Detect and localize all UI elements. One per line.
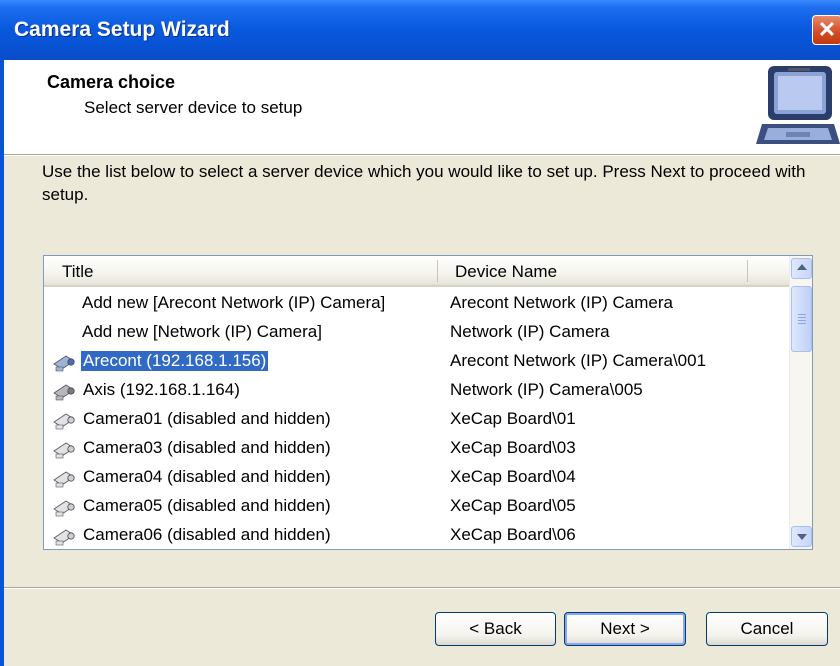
row-title: Arecont (192.168.1.156) xyxy=(79,350,270,372)
camera-active-icon xyxy=(52,352,78,372)
page-subtitle: Select server device to setup xyxy=(84,98,303,117)
row-title: Add new [Arecont Network (IP) Camera] xyxy=(82,293,386,312)
row-title: Camera04 (disabled and hidden) xyxy=(83,467,331,486)
row-title: Axis (192.168.1.164) xyxy=(83,380,240,399)
table-row[interactable]: Add new [Network (IP) Camera] Network (IP… xyxy=(44,318,789,347)
camera-icon xyxy=(52,381,78,401)
vertical-scrollbar[interactable] xyxy=(789,256,812,549)
wizard-header: Camera choice Select server device to se… xyxy=(4,60,840,154)
row-device-name: Network (IP) Camera xyxy=(450,322,610,341)
table-row[interactable]: Arecont (192.168.1.156) Arecont Network (… xyxy=(44,347,789,376)
row-title: Camera05 (disabled and hidden) xyxy=(83,496,331,515)
table-row[interactable]: Add new [Arecont Network (IP) Camera] Are… xyxy=(44,289,789,318)
laptop-icon xyxy=(756,66,840,144)
row-device-name: XeCap Board\06 xyxy=(450,525,576,544)
close-button[interactable]: ✕ xyxy=(812,15,840,45)
row-device-name: XeCap Board\05 xyxy=(450,496,576,515)
instructions-text: Use the list below to select a server de… xyxy=(42,162,806,204)
window-title: Camera Setup Wizard xyxy=(14,18,230,41)
cancel-button[interactable]: Cancel xyxy=(706,612,828,646)
title-bar[interactable]: Camera Setup Wizard ✕ xyxy=(0,0,840,60)
scroll-thumb[interactable] xyxy=(791,286,812,352)
camera-disabled-icon xyxy=(52,439,78,459)
camera-disabled-icon xyxy=(52,526,78,546)
scroll-up-button[interactable] xyxy=(791,258,812,279)
table-row[interactable]: Camera01 (disabled and hidden) XeCap Boar… xyxy=(44,405,789,434)
table-row[interactable]: Camera03 (disabled and hidden) XeCap Boar… xyxy=(44,434,789,463)
table-row[interactable]: Axis (192.168.1.164) Network (IP) Camera\… xyxy=(44,376,789,405)
row-device-name: Arecont Network (IP) Camera xyxy=(450,293,673,312)
row-device-name: Arecont Network (IP) Camera\001 xyxy=(450,351,707,370)
camera-disabled-icon xyxy=(52,497,78,517)
row-device-name: XeCap Board\03 xyxy=(450,438,576,457)
column-header-title[interactable]: Title xyxy=(62,262,94,282)
row-device-name: XeCap Board\04 xyxy=(450,467,576,486)
scroll-down-button[interactable] xyxy=(791,526,812,547)
camera-disabled-icon xyxy=(52,468,78,488)
camera-disabled-icon xyxy=(52,410,78,430)
page-title: Camera choice xyxy=(47,72,176,92)
table-row[interactable]: Camera05 (disabled and hidden) XeCap Boar… xyxy=(44,492,789,521)
row-title: Camera06 (disabled and hidden) xyxy=(83,525,331,544)
device-list[interactable]: Title Device Name Add new [Arecont Netwo… xyxy=(43,255,813,550)
list-header: Title Device Name xyxy=(44,256,789,287)
chevron-up-icon xyxy=(797,264,807,270)
row-device-name: Network (IP) Camera\005 xyxy=(450,380,643,399)
close-icon: ✕ xyxy=(817,17,837,42)
table-row[interactable]: Camera04 (disabled and hidden) XeCap Boar… xyxy=(44,463,789,492)
table-row[interactable]: Camera06 (disabled and hidden) XeCap Boar… xyxy=(44,521,789,549)
row-title: Add new [Network (IP) Camera] xyxy=(82,322,322,341)
row-title: Camera03 (disabled and hidden) xyxy=(83,438,331,457)
chevron-down-icon xyxy=(797,534,807,540)
row-title: Camera01 (disabled and hidden) xyxy=(83,409,331,428)
column-header-device-name[interactable]: Device Name xyxy=(455,262,557,282)
next-button[interactable]: Next > xyxy=(564,612,686,646)
wizard-window: Camera Setup Wizard ✕ Camera choice Sele… xyxy=(0,0,840,666)
back-button[interactable]: < Back xyxy=(435,612,556,646)
row-device-name: XeCap Board\01 xyxy=(450,409,576,428)
